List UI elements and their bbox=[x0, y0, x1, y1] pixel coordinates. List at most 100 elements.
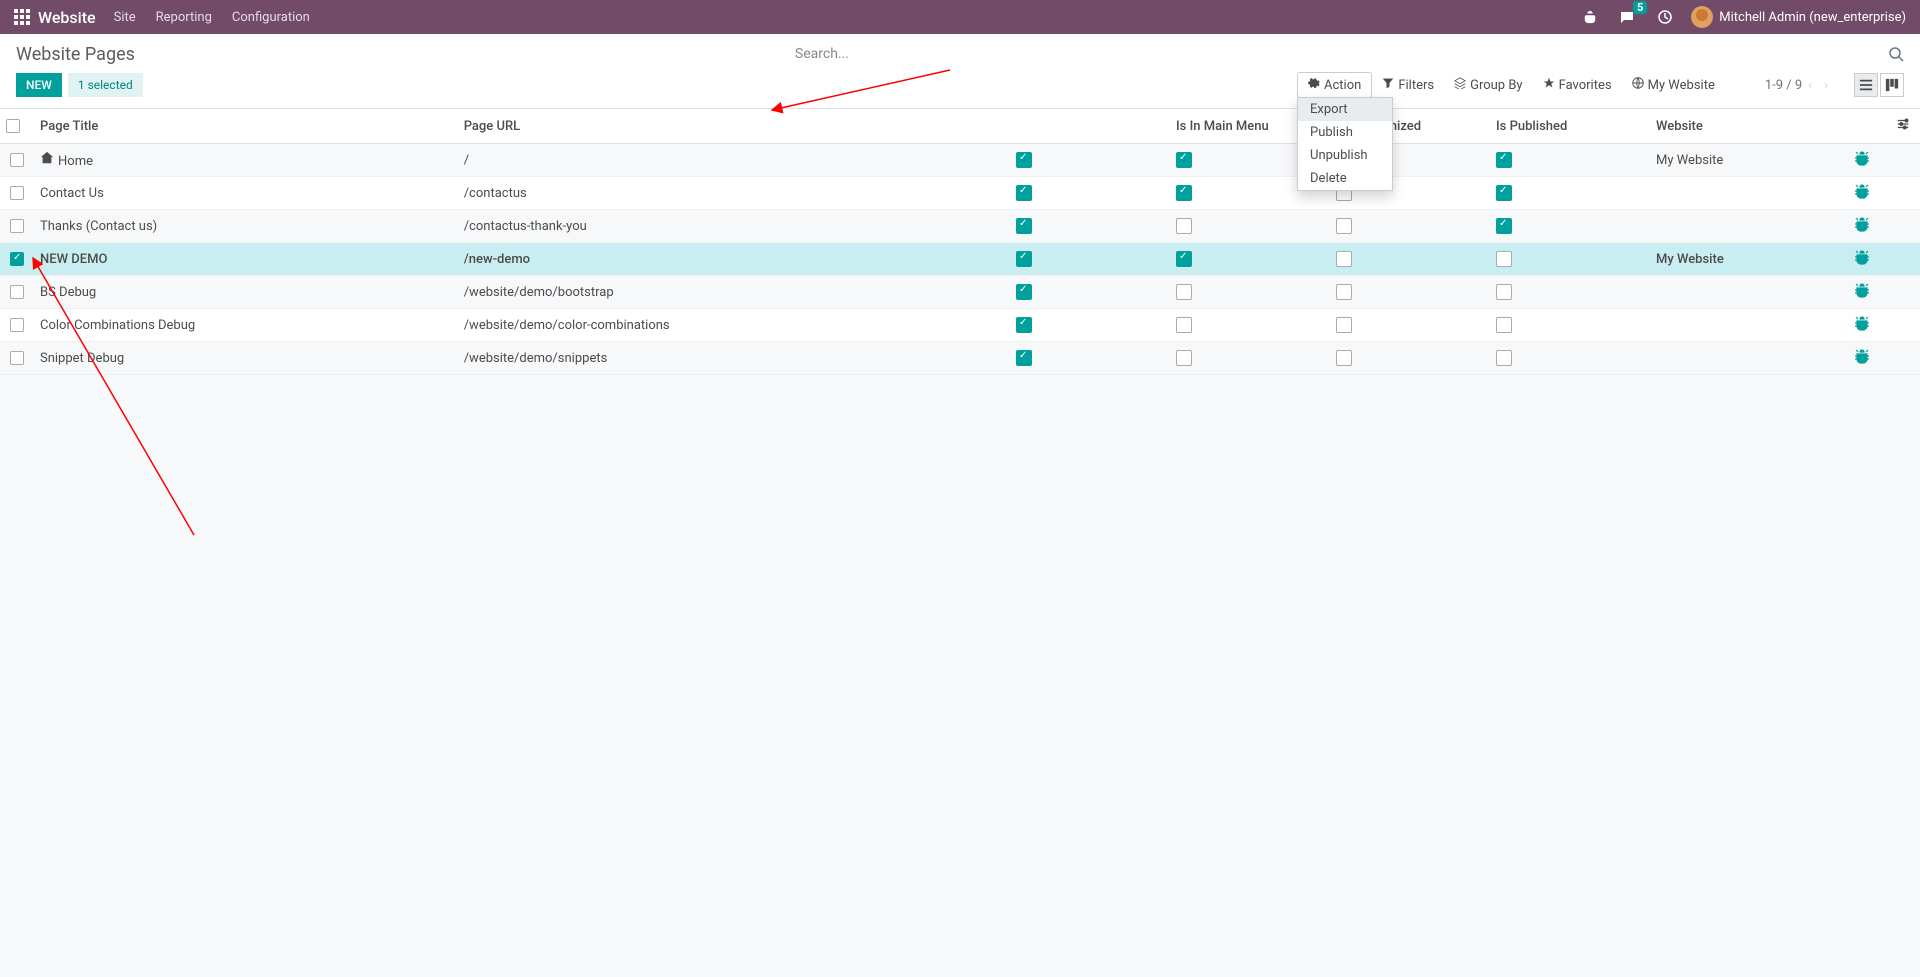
bool-cell[interactable] bbox=[1016, 317, 1032, 333]
action-button[interactable]: Action Export Publish Unpublish Delete bbox=[1297, 72, 1372, 98]
cell-url: /contactus bbox=[464, 186, 527, 201]
col-website[interactable]: Website bbox=[1650, 109, 1810, 144]
cell-url: /website/demo/snippets bbox=[464, 351, 608, 366]
bool-cell[interactable] bbox=[1176, 284, 1192, 300]
row-checkbox[interactable] bbox=[10, 252, 24, 266]
pager-next[interactable]: › bbox=[1818, 78, 1834, 93]
bool-cell[interactable] bbox=[1016, 152, 1032, 168]
table-row[interactable]: NEW DEMO /new-demo My Website bbox=[0, 243, 1920, 276]
cell-website: My Website bbox=[1656, 153, 1723, 168]
menu-site[interactable]: Site bbox=[114, 10, 136, 25]
row-checkbox[interactable] bbox=[10, 219, 24, 233]
mywebsite-button[interactable]: My Website bbox=[1622, 73, 1725, 97]
row-checkbox[interactable] bbox=[10, 153, 24, 167]
user-menu[interactable]: Mitchell Admin (new_enterprise) bbox=[1691, 6, 1906, 28]
bug-icon[interactable] bbox=[1854, 254, 1870, 269]
cell-url: /website/demo/bootstrap bbox=[464, 285, 614, 300]
page-title: Website Pages bbox=[16, 44, 135, 65]
bool-cell[interactable] bbox=[1176, 251, 1192, 267]
bool-cell[interactable] bbox=[1336, 350, 1352, 366]
bool-cell[interactable] bbox=[1176, 317, 1192, 333]
table-row[interactable]: Color Combinations Debug /website/demo/c… bbox=[0, 309, 1920, 342]
filters-label: Filters bbox=[1398, 78, 1434, 93]
cell-title: Home bbox=[58, 154, 93, 169]
cell-title: NEW DEMO bbox=[40, 252, 107, 267]
bool-cell[interactable] bbox=[1496, 251, 1512, 267]
row-checkbox[interactable] bbox=[10, 351, 24, 365]
groupby-button[interactable]: Group By bbox=[1444, 73, 1533, 97]
selection-tag[interactable]: 1 selected bbox=[68, 73, 143, 97]
bool-cell[interactable] bbox=[1016, 350, 1032, 366]
row-checkbox[interactable] bbox=[10, 186, 24, 200]
app-brand[interactable]: Website bbox=[38, 8, 96, 27]
apps-icon[interactable] bbox=[14, 9, 30, 25]
bool-cell[interactable] bbox=[1496, 284, 1512, 300]
funnel-icon bbox=[1382, 77, 1394, 93]
bool-cell[interactable] bbox=[1336, 317, 1352, 333]
new-button[interactable]: NEW bbox=[16, 73, 62, 97]
clock-sysicon[interactable] bbox=[1657, 9, 1673, 25]
favorites-label: Favorites bbox=[1559, 78, 1612, 93]
table-row[interactable]: Snippet Debug /website/demo/snippets bbox=[0, 342, 1920, 375]
col-indexed[interactable] bbox=[1010, 109, 1170, 144]
action-item-unpublish[interactable]: Unpublish bbox=[1298, 144, 1392, 167]
pager-value[interactable]: 1-9 / 9 bbox=[1765, 78, 1802, 93]
bug-icon[interactable] bbox=[1854, 188, 1870, 203]
bool-cell[interactable] bbox=[1496, 185, 1512, 201]
gear-icon bbox=[1308, 77, 1320, 93]
cell-url: /website/demo/color-combinations bbox=[464, 318, 670, 333]
table-row[interactable]: Thanks (Contact us) /contactus-thank-you bbox=[0, 210, 1920, 243]
bool-cell[interactable] bbox=[1496, 152, 1512, 168]
select-all-checkbox[interactable] bbox=[6, 119, 20, 133]
action-item-export[interactable]: Export bbox=[1298, 98, 1392, 121]
bug-icon[interactable] bbox=[1854, 353, 1870, 368]
pager: 1-9 / 9 ‹ › bbox=[1765, 78, 1834, 93]
action-dropdown: Export Publish Unpublish Delete bbox=[1297, 97, 1393, 191]
table-row[interactable]: Home / My Website bbox=[0, 144, 1920, 177]
bool-cell[interactable] bbox=[1336, 284, 1352, 300]
bug-sysicon[interactable] bbox=[1583, 10, 1597, 24]
chat-badge: 5 bbox=[1633, 1, 1647, 14]
cell-url: /contactus-thank-you bbox=[464, 219, 587, 234]
bug-icon[interactable] bbox=[1854, 320, 1870, 335]
action-label: Action bbox=[1324, 78, 1361, 93]
search-icon[interactable] bbox=[1888, 46, 1904, 66]
bool-cell[interactable] bbox=[1176, 185, 1192, 201]
bool-cell[interactable] bbox=[1016, 284, 1032, 300]
pager-prev[interactable]: ‹ bbox=[1802, 78, 1818, 93]
menu-reporting[interactable]: Reporting bbox=[156, 10, 212, 25]
cell-website: My Website bbox=[1656, 252, 1724, 267]
row-checkbox[interactable] bbox=[10, 318, 24, 332]
view-kanban-button[interactable] bbox=[1880, 73, 1904, 97]
bool-cell[interactable] bbox=[1016, 218, 1032, 234]
view-list-button[interactable] bbox=[1854, 73, 1878, 97]
menu-configuration[interactable]: Configuration bbox=[232, 10, 310, 25]
top-navbar: Website Site Reporting Configuration 5 M… bbox=[0, 0, 1920, 34]
bool-cell[interactable] bbox=[1016, 185, 1032, 201]
bool-cell[interactable] bbox=[1176, 350, 1192, 366]
filters-button[interactable]: Filters bbox=[1372, 73, 1444, 97]
search-input[interactable] bbox=[795, 42, 1904, 66]
bug-icon[interactable] bbox=[1854, 287, 1870, 302]
row-checkbox[interactable] bbox=[10, 285, 24, 299]
bool-cell[interactable] bbox=[1176, 218, 1192, 234]
bug-icon[interactable] bbox=[1854, 221, 1870, 236]
action-item-delete[interactable]: Delete bbox=[1298, 167, 1392, 190]
optional-columns-icon[interactable] bbox=[1890, 109, 1920, 144]
bool-cell[interactable] bbox=[1336, 218, 1352, 234]
bug-icon[interactable] bbox=[1854, 155, 1870, 170]
col-page-url[interactable]: Page URL bbox=[458, 109, 1010, 144]
col-published[interactable]: Is Published bbox=[1490, 109, 1650, 144]
bool-cell[interactable] bbox=[1496, 218, 1512, 234]
table-row[interactable]: BS Debug /website/demo/bootstrap bbox=[0, 276, 1920, 309]
bool-cell[interactable] bbox=[1176, 152, 1192, 168]
bool-cell[interactable] bbox=[1496, 317, 1512, 333]
col-page-title[interactable]: Page Title bbox=[34, 109, 458, 144]
action-item-publish[interactable]: Publish bbox=[1298, 121, 1392, 144]
bool-cell[interactable] bbox=[1016, 251, 1032, 267]
bool-cell[interactable] bbox=[1336, 251, 1352, 267]
favorites-button[interactable]: Favorites bbox=[1533, 73, 1622, 97]
chat-sysicon[interactable]: 5 bbox=[1619, 9, 1635, 25]
bool-cell[interactable] bbox=[1496, 350, 1512, 366]
table-row[interactable]: Contact Us /contactus bbox=[0, 177, 1920, 210]
